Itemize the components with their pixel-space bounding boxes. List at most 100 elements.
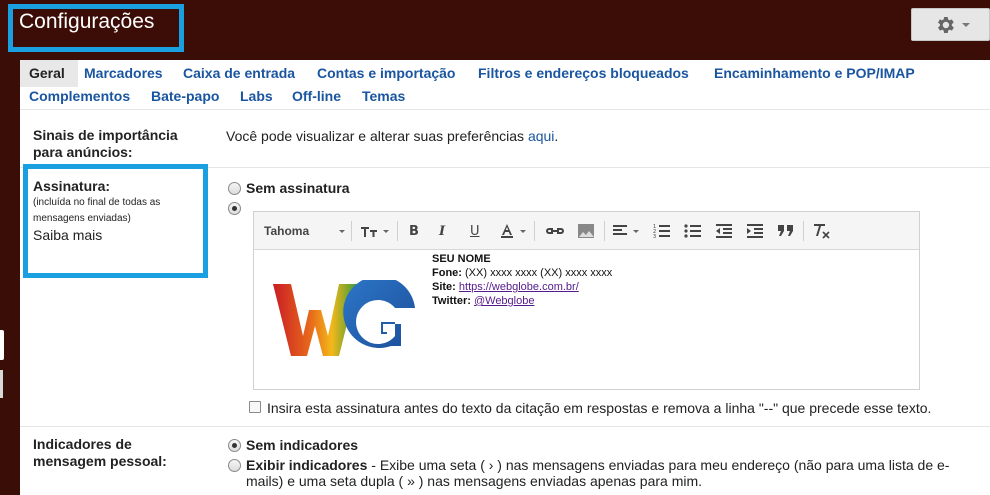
importance-suffix: . bbox=[554, 128, 559, 144]
custom-signature-radio[interactable] bbox=[228, 202, 241, 215]
numbered-list-button[interactable]: 123 bbox=[653, 221, 671, 241]
settings-panel: Geral Marcadores Caixa de entrada Contas… bbox=[20, 60, 990, 495]
no-signature-radio[interactable] bbox=[228, 182, 241, 195]
chevron-down-icon bbox=[383, 229, 389, 233]
settings-tabs: Geral Marcadores Caixa de entrada Contas… bbox=[20, 60, 990, 110]
indent-more-button[interactable] bbox=[746, 221, 764, 241]
bold-icon: B bbox=[409, 223, 419, 239]
insert-image-button[interactable] bbox=[577, 221, 595, 241]
importance-text: Você pode visualizar e alterar suas pref… bbox=[226, 128, 528, 144]
text-size-icon bbox=[361, 227, 377, 237]
signature-twitter: Twitter: @Webglobe bbox=[432, 294, 534, 308]
site-link[interactable]: https://webglobe.com.br/ bbox=[459, 281, 579, 293]
tab-off-line[interactable]: Off-line bbox=[292, 88, 341, 104]
bold-button[interactable]: B bbox=[409, 221, 419, 241]
chevron-down-icon bbox=[339, 229, 345, 233]
quote-button[interactable] bbox=[777, 221, 795, 241]
bulleted-list-button[interactable] bbox=[684, 221, 702, 241]
tab-contas-e-importacao[interactable]: Contas e importação bbox=[317, 65, 455, 81]
insert-link-button[interactable] bbox=[544, 221, 566, 241]
tab-bate-papo[interactable]: Bate-papo bbox=[151, 88, 219, 104]
toolbar-separator bbox=[351, 221, 352, 241]
no-indicators-radio[interactable] bbox=[228, 439, 241, 452]
toolbar-separator bbox=[534, 221, 535, 241]
tab-marcadores[interactable]: Marcadores bbox=[84, 65, 163, 81]
twitter-link[interactable]: @Webglobe bbox=[474, 295, 535, 307]
learn-more-link[interactable]: Saiba mais bbox=[33, 227, 102, 243]
twitter-label: Twitter: bbox=[432, 295, 471, 307]
indent-less-icon bbox=[716, 224, 732, 238]
tab-encaminhamento[interactable]: Encaminhamento e POP/IMAP bbox=[714, 65, 915, 81]
indent-more-icon bbox=[747, 224, 763, 238]
tab-complementos[interactable]: Complementos bbox=[29, 88, 130, 104]
insert-before-quote-checkbox[interactable] bbox=[249, 401, 261, 413]
editor-toolbar: Tahoma B I U 1 2 3 bbox=[254, 212, 919, 250]
italic-button[interactable]: I bbox=[439, 221, 445, 241]
page-title: Configurações bbox=[19, 10, 155, 33]
show-indicators-desc-2: mails) e uma seta dupla ( » ) nas mensag… bbox=[246, 473, 703, 489]
show-indicators-desc-1: - Exibe uma seta ( › ) nas mensagens env… bbox=[367, 457, 950, 473]
signature-label: Assinatura: bbox=[33, 178, 111, 194]
text-color-button[interactable] bbox=[499, 221, 526, 241]
signature-sublabel: (incluída no final de todas as mensagens… bbox=[33, 195, 160, 227]
gear-icon bbox=[938, 17, 954, 33]
font-size-button[interactable] bbox=[360, 221, 389, 241]
font-family-select[interactable]: Tahoma bbox=[264, 221, 309, 241]
chevron-down-icon bbox=[520, 229, 526, 233]
svg-text:3: 3 bbox=[653, 234, 656, 239]
text-color-icon bbox=[501, 224, 513, 238]
left-strip bbox=[0, 52, 20, 495]
no-signature-label: Sem assinatura bbox=[246, 180, 350, 196]
font-family-dropdown[interactable] bbox=[334, 221, 345, 241]
webglobe-logo bbox=[273, 280, 415, 356]
left-strip-marker bbox=[0, 330, 4, 360]
phone-label: Fone: bbox=[432, 267, 462, 279]
align-button[interactable] bbox=[612, 221, 639, 241]
importance-link[interactable]: aqui bbox=[528, 128, 554, 144]
font-family-value: Tahoma bbox=[264, 224, 310, 238]
indicators-label-line1: Indicadores de bbox=[33, 436, 132, 452]
indicators-label-line2: mensagem pessoal: bbox=[33, 453, 167, 469]
signature-phone: Fone: (XX) xxxx xxxx (XX) xxxx xxxx bbox=[432, 266, 612, 280]
tab-labs[interactable]: Labs bbox=[240, 88, 273, 104]
no-indicators-label: Sem indicadores bbox=[246, 437, 359, 453]
signature-editor[interactable]: Tahoma B I U 1 2 3 SEU NOME Fone: (XX) x… bbox=[253, 211, 920, 390]
underline-button[interactable]: U bbox=[470, 221, 480, 241]
indent-less-button[interactable] bbox=[715, 221, 733, 241]
divider bbox=[20, 109, 990, 110]
show-indicators-text: Exibir indicadores - Exibe uma seta ( › … bbox=[246, 457, 949, 473]
signature-sublabel-line1: (incluída no final de todas as bbox=[33, 197, 161, 208]
chevron-down-icon bbox=[633, 229, 639, 233]
importance-description: Você pode visualizar e alterar suas pref… bbox=[226, 128, 558, 144]
site-label: Site: bbox=[432, 281, 456, 293]
show-indicators-label: Exibir indicadores bbox=[246, 457, 368, 473]
toolbar-separator bbox=[397, 221, 398, 241]
clear-formatting-icon bbox=[814, 224, 830, 239]
numbered-list-icon: 123 bbox=[653, 224, 670, 239]
signature-site: Site: https://webglobe.com.br/ bbox=[432, 280, 579, 294]
insert-before-quote-label: Insira esta assinatura antes do texto da… bbox=[267, 400, 932, 416]
italic-icon: I bbox=[439, 223, 446, 239]
align-left-icon bbox=[613, 225, 627, 235]
tab-geral[interactable]: Geral bbox=[29, 65, 65, 81]
importance-label-line2: para anúncios: bbox=[33, 144, 133, 160]
signature-sublabel-line2: mensagens enviadas) bbox=[33, 213, 131, 224]
signature-name-text: SEU NOME bbox=[432, 253, 491, 265]
importance-label: Sinais de importância para anúncios: bbox=[33, 127, 178, 161]
settings-button[interactable] bbox=[911, 8, 990, 41]
bulleted-list-icon bbox=[684, 224, 701, 238]
tab-filtros[interactable]: Filtros e endereços bloqueados bbox=[478, 65, 689, 81]
indicators-label: Indicadores de mensagem pessoal: bbox=[33, 436, 167, 470]
tab-caixa-de-entrada[interactable]: Caixa de entrada bbox=[183, 65, 295, 81]
divider bbox=[20, 426, 990, 427]
tab-temas[interactable]: Temas bbox=[362, 88, 405, 104]
underline-icon: U bbox=[470, 223, 480, 239]
show-indicators-radio[interactable] bbox=[228, 459, 241, 472]
clear-formatting-button[interactable] bbox=[812, 221, 830, 241]
chevron-down-icon bbox=[962, 23, 970, 27]
toolbar-separator bbox=[604, 221, 605, 241]
image-icon bbox=[578, 224, 594, 238]
importance-label-line1: Sinais de importância bbox=[33, 127, 178, 143]
top-bar: Configurações bbox=[0, 0, 990, 52]
phone-value: (XX) xxxx xxxx (XX) xxxx xxxx bbox=[461, 267, 613, 279]
